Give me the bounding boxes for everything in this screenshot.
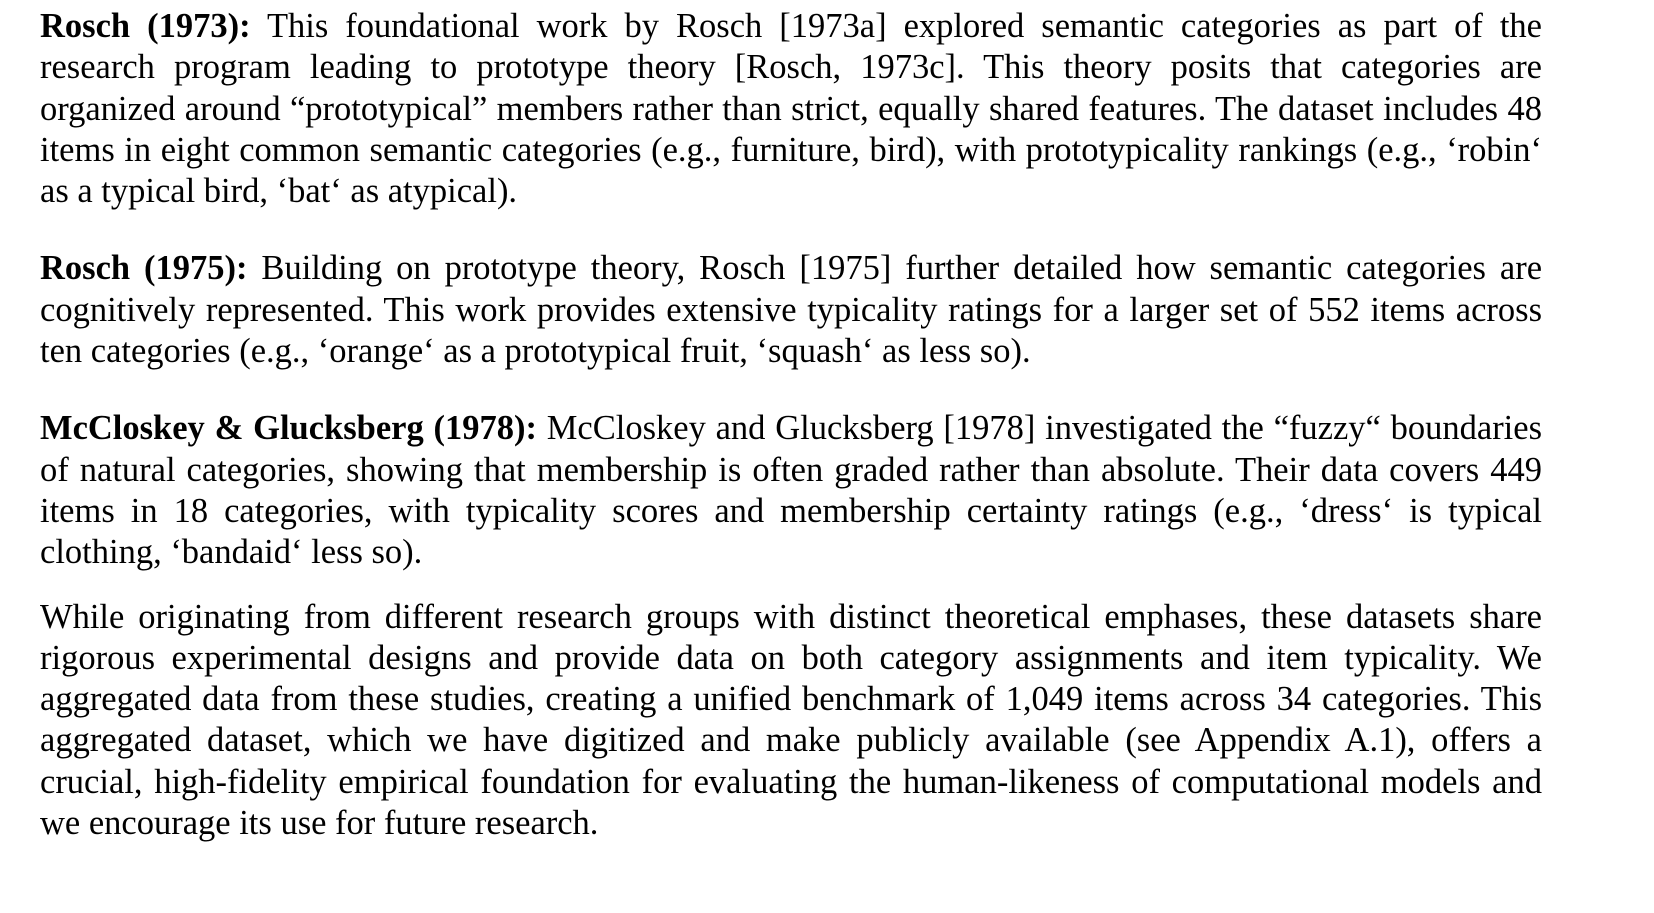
paragraph-body: This foundational work by Rosch [1973a] … xyxy=(40,7,1542,211)
paper-page: Rosch (1973): This foundational work by … xyxy=(40,6,1542,844)
paragraph-heading: Rosch (1973): xyxy=(40,7,251,45)
paragraph-heading: McCloskey & Glucksberg (1978): xyxy=(40,409,537,448)
paragraph-mccloskey-glucksberg-1978: McCloskey & Glucksberg (1978): McCloskey… xyxy=(40,408,1542,573)
paragraph-body: While originating from different researc… xyxy=(40,597,1542,843)
paragraph-body: Building on prototype theory, Rosch [197… xyxy=(40,249,1543,371)
paragraph-summary: While originating from different researc… xyxy=(40,597,1542,845)
paragraph-heading: Rosch (1975): xyxy=(40,249,248,288)
paragraph-rosch-1973: Rosch (1973): This foundational work by … xyxy=(40,6,1542,212)
paragraph-rosch-1975: Rosch (1975): Building on prototype theo… xyxy=(40,248,1542,372)
